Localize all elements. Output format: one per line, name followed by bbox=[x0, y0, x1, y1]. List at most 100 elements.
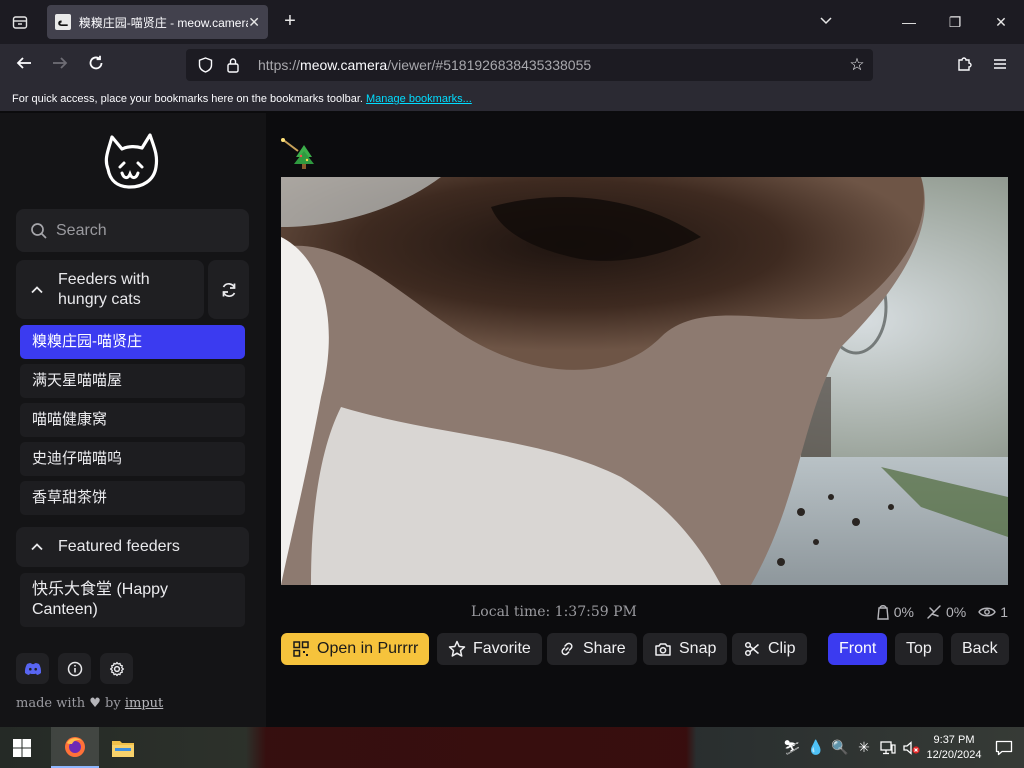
viewer-count: 1 bbox=[1000, 604, 1008, 620]
section-label-hungry-cats: Feeders with hungry cats bbox=[58, 270, 150, 308]
open-in-purrrr-label: Open in Purrrr bbox=[317, 640, 419, 657]
camera-frame-image bbox=[281, 177, 1008, 585]
feed-stats: 0% 0% 1 bbox=[876, 604, 1008, 620]
clock-time: 9:37 PM bbox=[933, 733, 975, 746]
list-all-tabs-chevron-icon[interactable] bbox=[816, 12, 836, 32]
page-body: Search Feeders with hungry cats 糗糗庄园-喵贤庄… bbox=[0, 113, 1024, 727]
chevron-up-icon bbox=[31, 285, 43, 293]
lock-icon[interactable] bbox=[224, 56, 242, 74]
forward-arrow-icon[interactable] bbox=[49, 54, 71, 76]
tray-droplet-icon[interactable]: 💧 bbox=[804, 727, 828, 768]
star-icon bbox=[448, 640, 466, 658]
camera-icon bbox=[654, 640, 672, 658]
search-icon bbox=[31, 222, 47, 239]
tab-strip: ᓚ 糗糗庄园-喵贤庄 - meow.camera ✕ + — ❐ ✕ bbox=[0, 0, 1024, 44]
food-percent: 0% bbox=[893, 604, 914, 620]
new-tab-button[interactable]: + bbox=[280, 11, 300, 33]
featured-feeder-item[interactable]: 快乐大食堂 (Happy Canteen) bbox=[20, 573, 245, 627]
by-text: by bbox=[105, 696, 121, 711]
link-icon bbox=[558, 640, 576, 658]
url-host: meow.camera bbox=[300, 57, 388, 73]
made-with-text: made with bbox=[16, 696, 86, 711]
food-level-stat: 0% bbox=[876, 604, 914, 620]
minimize-button[interactable]: — bbox=[899, 12, 919, 32]
camera-back-button[interactable]: Back bbox=[951, 633, 1009, 665]
tab-title: 糗糗庄园-喵贤庄 - meow.camera bbox=[78, 15, 249, 30]
clock-date: 12/20/2024 bbox=[926, 748, 982, 761]
feeder-item[interactable]: 香草甜茶饼 bbox=[20, 481, 245, 515]
manage-bookmarks-link[interactable]: Manage bookmarks... bbox=[366, 93, 472, 105]
feeder-item[interactable]: 满天星喵喵屋 bbox=[20, 364, 245, 398]
eye-icon bbox=[978, 607, 997, 617]
tray-network-icon[interactable] bbox=[876, 727, 900, 768]
feeder-item[interactable]: 糗糗庄园-喵贤庄 bbox=[20, 325, 245, 359]
section-toggle-hungry-cats[interactable]: Feeders with hungry cats bbox=[16, 260, 204, 319]
viewers-stat: 1 bbox=[978, 604, 1008, 620]
back-label: Back bbox=[962, 640, 998, 657]
info-icon[interactable] bbox=[58, 653, 91, 684]
made-with-credit: made with ♥ by imput bbox=[16, 696, 163, 711]
tab-overview-icon[interactable] bbox=[9, 12, 31, 32]
christmas-tree-wand-icon bbox=[280, 137, 316, 171]
back-arrow-icon[interactable] bbox=[13, 54, 35, 76]
bookmarks-message: For quick access, place your bookmarks h… bbox=[12, 93, 363, 105]
camera-video-feed[interactable] bbox=[281, 177, 1008, 585]
shield-icon[interactable] bbox=[196, 56, 214, 74]
system-tray: ⛷ 💧 🔍 ✳ 9:37 PM 12/20/2024 bbox=[780, 727, 1024, 768]
refresh-button[interactable] bbox=[208, 260, 249, 319]
taskbar-clock[interactable]: 9:37 PM 12/20/2024 bbox=[924, 733, 984, 763]
favorite-button[interactable]: Favorite bbox=[437, 633, 542, 665]
windows-start-icon[interactable] bbox=[12, 738, 32, 758]
feeder-item[interactable]: 喵喵健康窝 bbox=[20, 403, 245, 437]
tray-app-icon[interactable]: ⛷ bbox=[780, 727, 804, 768]
section-toggle-featured[interactable]: Featured feeders bbox=[16, 527, 249, 567]
address-bar[interactable]: https://meow.camera/viewer/#518192683843… bbox=[186, 49, 873, 81]
tray-search-icon[interactable]: 🔍 bbox=[828, 727, 852, 768]
restore-button[interactable]: ❐ bbox=[945, 12, 965, 32]
snap-label: Snap bbox=[679, 640, 717, 657]
firefox-taskbar-icon[interactable] bbox=[51, 727, 99, 768]
camera-front-button[interactable]: Front bbox=[828, 633, 888, 665]
tab-close-icon[interactable]: ✕ bbox=[248, 14, 260, 31]
author-link[interactable]: imput bbox=[125, 696, 163, 711]
discord-icon[interactable] bbox=[16, 653, 49, 684]
qr-code-icon bbox=[292, 640, 310, 658]
water-level-stat: 0% bbox=[926, 604, 966, 620]
scissors-icon bbox=[743, 640, 761, 658]
settings-gear-icon[interactable] bbox=[100, 653, 133, 684]
tray-snowflake-icon[interactable]: ✳ bbox=[852, 727, 876, 768]
feed-info-row: Local time: 1:37:59 PM 0% 0% 1 bbox=[281, 601, 1008, 623]
heart-icon: ♥ bbox=[89, 696, 101, 711]
url-text[interactable]: https://meow.camera/viewer/#518192683843… bbox=[258, 57, 591, 73]
treat-icon bbox=[927, 605, 941, 619]
water-percent: 0% bbox=[945, 604, 967, 620]
top-label: Top bbox=[906, 640, 932, 657]
refresh-icon bbox=[222, 282, 235, 297]
close-window-button[interactable]: ✕ bbox=[991, 12, 1011, 32]
snap-button[interactable]: Snap bbox=[643, 633, 728, 665]
bookmarks-toolbar: For quick access, place your bookmarks h… bbox=[0, 86, 1024, 112]
notification-icon[interactable] bbox=[984, 727, 1024, 768]
browser-tab-active[interactable]: ᓚ 糗糗庄园-喵贤庄 - meow.camera ✕ bbox=[47, 5, 268, 39]
bookmark-star-icon[interactable]: ☆ bbox=[847, 55, 867, 75]
camera-top-button[interactable]: Top bbox=[895, 633, 943, 665]
open-in-purrrr-button[interactable]: Open in Purrrr bbox=[281, 633, 430, 665]
url-prefix: https:// bbox=[258, 57, 301, 73]
food-bag-icon bbox=[876, 605, 889, 620]
file-explorer-taskbar-icon[interactable] bbox=[99, 727, 147, 768]
extensions-puzzle-icon[interactable] bbox=[954, 54, 976, 76]
clip-button[interactable]: Clip bbox=[732, 633, 807, 665]
share-button[interactable]: Share bbox=[547, 633, 637, 665]
clip-label: Clip bbox=[768, 640, 796, 657]
sidebar-footer-icons bbox=[16, 653, 133, 684]
volume-muted-icon[interactable] bbox=[900, 727, 924, 768]
hamburger-menu-icon[interactable] bbox=[989, 54, 1011, 76]
reload-icon[interactable] bbox=[85, 54, 107, 76]
feeder-item[interactable]: 史迪仔喵喵呜 bbox=[20, 442, 245, 476]
meow-camera-logo[interactable] bbox=[98, 131, 168, 193]
search-placeholder: Search bbox=[56, 221, 107, 239]
share-label: Share bbox=[583, 640, 626, 657]
chevron-up-icon bbox=[31, 543, 43, 551]
windows-taskbar: ⛷ 💧 🔍 ✳ 9:37 PM 12/20/2024 bbox=[0, 727, 1024, 768]
search-input[interactable]: Search bbox=[16, 209, 249, 252]
